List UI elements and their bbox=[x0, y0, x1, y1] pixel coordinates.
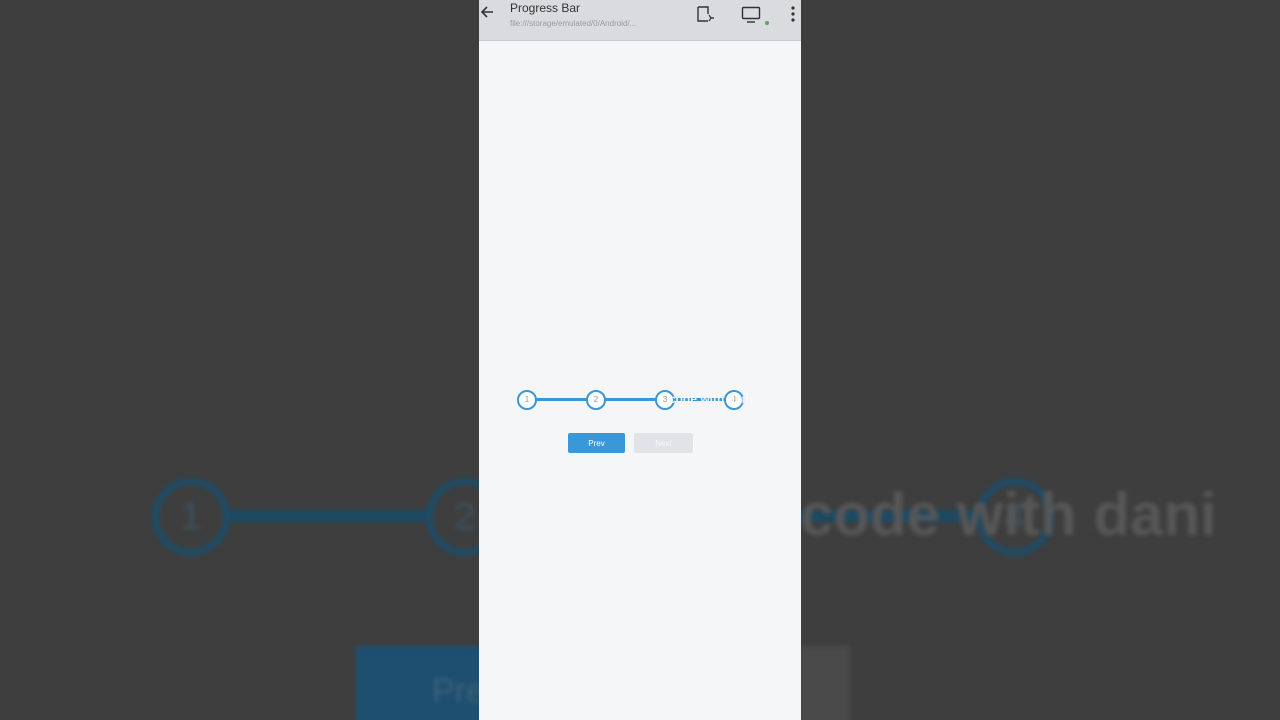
progress-step-2: 2 bbox=[586, 390, 606, 410]
prev-button[interactable]: Prev bbox=[568, 433, 625, 453]
next-button[interactable]: Next bbox=[634, 433, 693, 453]
background-watermark: code with dani bbox=[800, 481, 1217, 548]
page-title: Progress Bar bbox=[510, 1, 581, 15]
arrow-left-icon[interactable] bbox=[479, 4, 494, 20]
status-dot-icon bbox=[765, 21, 769, 25]
phone-screen: Progress Bar file:///storage/emulated/0/… bbox=[479, 0, 801, 720]
background-step-1: 1 bbox=[152, 478, 230, 556]
kebab-menu-icon[interactable] bbox=[790, 6, 796, 22]
page-url[interactable]: file:///storage/emulated/0/Android/... bbox=[510, 19, 670, 28]
background-next-button bbox=[800, 646, 850, 720]
browser-toolbar: Progress Bar file:///storage/emulated/0/… bbox=[479, 0, 801, 41]
progress-step-1: 1 bbox=[517, 390, 537, 410]
monitor-icon[interactable] bbox=[741, 6, 761, 24]
cast-icon[interactable] bbox=[697, 6, 717, 22]
watermark-text: code with dani bbox=[669, 392, 753, 406]
